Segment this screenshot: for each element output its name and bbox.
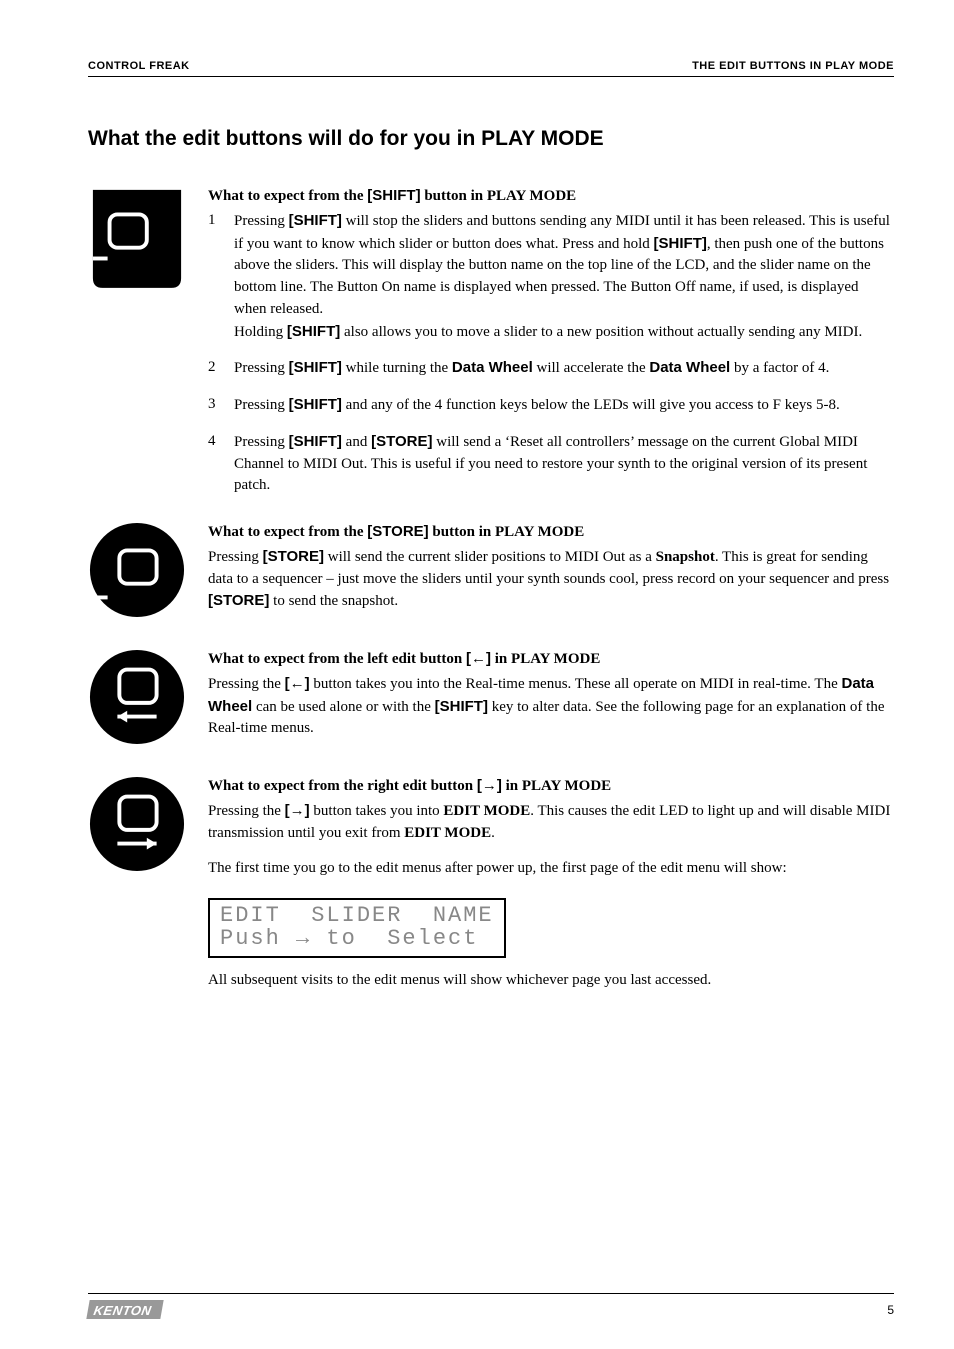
store-button-icon bbox=[88, 521, 188, 624]
store-heading: What to expect from the [STORE] button i… bbox=[208, 521, 894, 544]
header-left: CONTROL FREAK bbox=[88, 60, 190, 72]
shift-button-icon bbox=[88, 185, 188, 497]
left-arrow-button-icon bbox=[88, 648, 188, 751]
right-body-3: All subsequent visits to the edit menus … bbox=[208, 970, 894, 992]
main-heading: What the edit buttons will do for you in… bbox=[88, 127, 894, 151]
kenton-logo: KENTON bbox=[86, 1300, 163, 1319]
page-footer: KENTON 5 bbox=[88, 1293, 894, 1319]
shift-item-2: 2 Pressing [SHIFT] while turning the Dat… bbox=[208, 357, 894, 380]
shift-item-1: 1 Pressing [SHIFT] will stop the sliders… bbox=[208, 210, 894, 344]
right-heading: What to expect from the right edit butto… bbox=[208, 775, 894, 798]
left-body: Pressing the [←] button takes you into t… bbox=[208, 673, 894, 740]
store-body: Pressing [STORE] will send the current s… bbox=[208, 546, 894, 613]
lcd-line-2: Push → to Select bbox=[220, 927, 494, 950]
lcd-display: EDIT SLIDER NAME Push → to Select bbox=[208, 898, 506, 958]
left-heading: What to expect from the left edit button… bbox=[208, 648, 894, 671]
right-body-2: The first time you go to the edit menus … bbox=[208, 858, 894, 880]
page-number: 5 bbox=[887, 1303, 894, 1317]
header-right: THE EDIT BUTTONS IN PLAY MODE bbox=[692, 60, 894, 72]
right-arrow-button-icon bbox=[88, 775, 188, 992]
shift-heading: What to expect from the [SHIFT] button i… bbox=[208, 185, 894, 208]
shift-item-3: 3 Pressing [SHIFT] and any of the 4 func… bbox=[208, 394, 894, 417]
shift-item-4: 4 Pressing [SHIFT] and [STORE] will send… bbox=[208, 431, 894, 497]
page-header: CONTROL FREAK THE EDIT BUTTONS IN PLAY M… bbox=[88, 60, 894, 77]
right-body-1: Pressing the [→] button takes you into E… bbox=[208, 800, 894, 845]
lcd-line-1: EDIT SLIDER NAME bbox=[220, 904, 494, 927]
